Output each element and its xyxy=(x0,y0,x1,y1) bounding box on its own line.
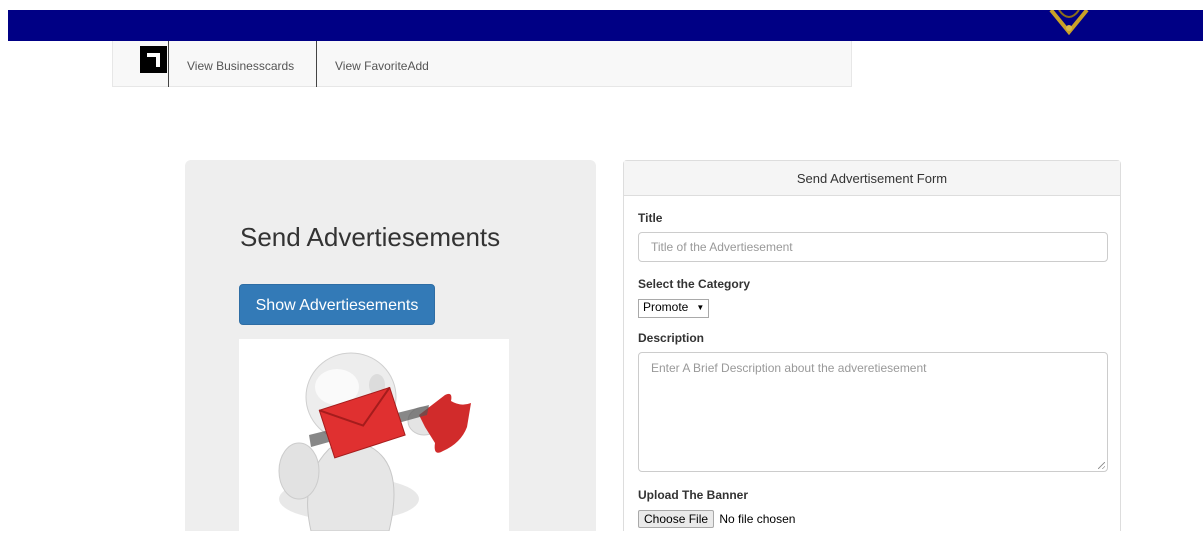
category-selected-value: Promote xyxy=(643,300,689,314)
show-advertisements-button[interactable]: Show Advertiesements xyxy=(239,284,435,325)
navbar: View Businesscards View FavoriteAdd xyxy=(112,41,852,87)
choose-file-button[interactable]: Choose File xyxy=(638,510,715,528)
nav-view-businesscards[interactable]: View Businesscards xyxy=(168,41,312,87)
page-title: Send Advertiesements xyxy=(240,222,501,252)
resize-grip-icon[interactable] xyxy=(1098,462,1105,469)
crest-emblem-icon xyxy=(1045,10,1093,40)
file-upload: Choose File No file chosen xyxy=(638,510,795,528)
banner-label: Upload The Banner xyxy=(638,488,749,502)
description-placeholder: Enter A Brief Description about the adve… xyxy=(651,361,927,375)
form-heading: Send Advertisement Form xyxy=(624,161,1120,196)
category-select[interactable]: Promote ▼ xyxy=(638,299,710,318)
slingshot-envelope-figure-image xyxy=(239,339,509,532)
title-label: Title xyxy=(638,211,663,225)
advertisement-form-panel: Send Advertisement Form Title Title of t… xyxy=(623,160,1121,531)
category-label: Select the Category xyxy=(638,277,751,291)
title-input[interactable]: Title of the Advertiesement xyxy=(638,232,1108,262)
description-textarea[interactable]: Enter A Brief Description about the adve… xyxy=(638,352,1108,472)
file-status-text: No file chosen xyxy=(719,512,796,526)
square-logo-icon[interactable] xyxy=(140,46,167,73)
top-banner xyxy=(8,10,1203,41)
nav-view-favoriteadd[interactable]: View FavoriteAdd xyxy=(316,41,447,87)
description-label: Description xyxy=(638,331,705,345)
dropdown-arrow-icon: ▼ xyxy=(696,303,705,312)
hero-panel: Send Advertiesements Show Advertiesement… xyxy=(185,160,596,532)
